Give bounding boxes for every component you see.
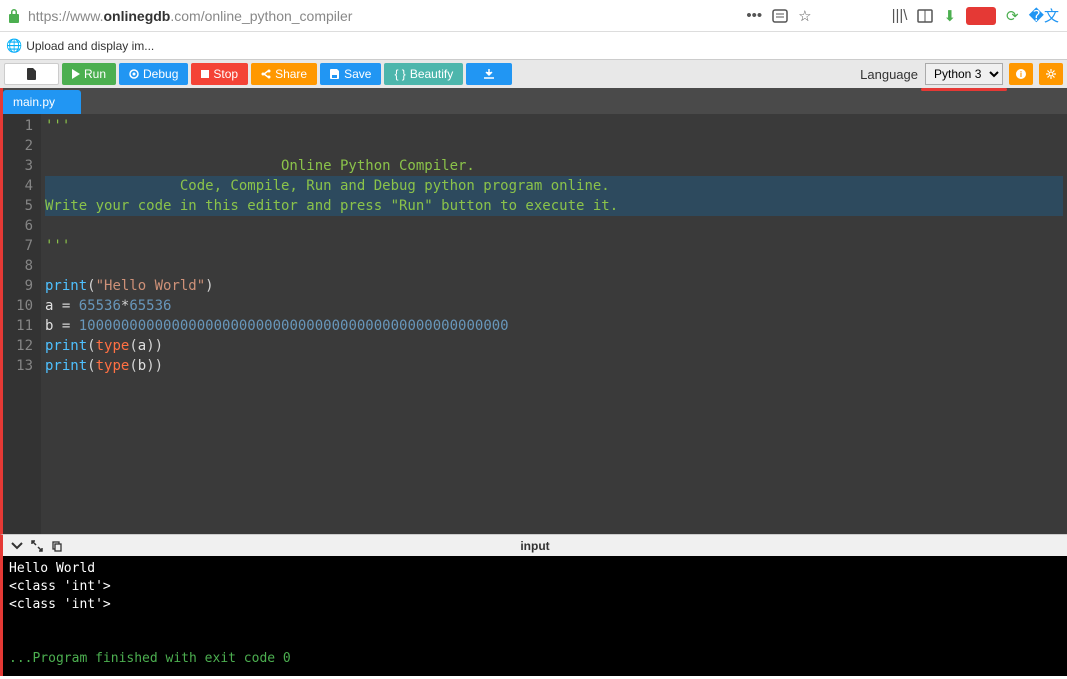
console-line bbox=[9, 614, 1061, 632]
app-toolbar: Run Debug Stop Share Save { } Beautify L… bbox=[0, 60, 1067, 88]
beautify-button[interactable]: { } Beautify bbox=[384, 63, 463, 85]
share-button[interactable]: Share bbox=[251, 63, 317, 85]
redacted-icon bbox=[966, 7, 996, 25]
info-button[interactable]: i bbox=[1009, 63, 1033, 85]
code-area[interactable]: ''' Online Python Compiler. Code, Compil… bbox=[41, 114, 1067, 534]
console-line: Hello World bbox=[9, 560, 1061, 578]
settings-button[interactable] bbox=[1039, 63, 1063, 85]
browser-toolbar-icons: ••• ☆ |||\ ⬇ ⟳ �文 bbox=[746, 5, 1059, 26]
translate-icon[interactable]: �文 bbox=[1029, 5, 1059, 26]
lock-icon bbox=[8, 9, 20, 23]
url-text[interactable]: https://www.onlinegdb.com/online_python_… bbox=[24, 8, 746, 24]
code-editor[interactable]: 12345678910111213 ''' Online Python Comp… bbox=[0, 114, 1067, 534]
output-toolbar: input bbox=[0, 534, 1067, 556]
new-file-button[interactable] bbox=[4, 63, 59, 85]
download-icon bbox=[484, 69, 494, 79]
copy-icon[interactable] bbox=[51, 540, 63, 552]
download-button[interactable] bbox=[466, 63, 512, 85]
debug-button[interactable]: Debug bbox=[119, 63, 188, 85]
language-label: Language bbox=[860, 67, 918, 82]
file-tab-bar: main.py bbox=[0, 88, 1067, 114]
star-icon[interactable]: ☆ bbox=[798, 7, 811, 25]
save-button[interactable]: Save bbox=[320, 63, 381, 85]
language-select[interactable]: Python 3 bbox=[925, 63, 1003, 85]
console-line: <class 'int'> bbox=[9, 578, 1061, 596]
console-line: <class 'int'> bbox=[9, 596, 1061, 614]
reader-icon[interactable] bbox=[772, 9, 788, 23]
refresh-icon[interactable]: ⟳ bbox=[1006, 7, 1019, 25]
browser-tab-strip: 🌐 Upload and display im... bbox=[0, 32, 1067, 60]
file-icon bbox=[27, 68, 37, 80]
download-arrow-icon[interactable]: ⬇ bbox=[943, 7, 956, 25]
console-output[interactable]: Hello World <class 'int'> <class 'int'> … bbox=[0, 556, 1067, 676]
share-icon bbox=[261, 69, 271, 79]
output-title: input bbox=[520, 539, 549, 553]
chevron-down-icon[interactable] bbox=[11, 540, 23, 552]
more-icon[interactable]: ••• bbox=[746, 7, 762, 24]
globe-icon: 🌐 bbox=[6, 38, 22, 54]
svg-text:i: i bbox=[1020, 70, 1022, 79]
info-icon: i bbox=[1015, 68, 1027, 80]
console-line bbox=[9, 632, 1061, 650]
library-icon[interactable]: |||\ bbox=[892, 7, 908, 24]
sidebar-icon[interactable] bbox=[917, 9, 933, 23]
gear-icon bbox=[1045, 68, 1057, 80]
bug-icon bbox=[129, 69, 139, 79]
file-tab-main[interactable]: main.py bbox=[3, 90, 81, 114]
stop-icon bbox=[201, 70, 209, 78]
run-button[interactable]: Run bbox=[62, 63, 116, 85]
browser-tab-title[interactable]: Upload and display im... bbox=[26, 39, 154, 53]
console-exit-line: ...Program finished with exit code 0 bbox=[9, 650, 1061, 668]
browser-address-bar: https://www.onlinegdb.com/online_python_… bbox=[0, 0, 1067, 32]
expand-icon[interactable] bbox=[31, 540, 43, 552]
stop-button[interactable]: Stop bbox=[191, 63, 248, 85]
braces-icon: { } bbox=[394, 67, 405, 81]
play-icon bbox=[72, 69, 80, 79]
save-icon bbox=[330, 69, 340, 79]
line-gutter: 12345678910111213 bbox=[3, 114, 41, 534]
